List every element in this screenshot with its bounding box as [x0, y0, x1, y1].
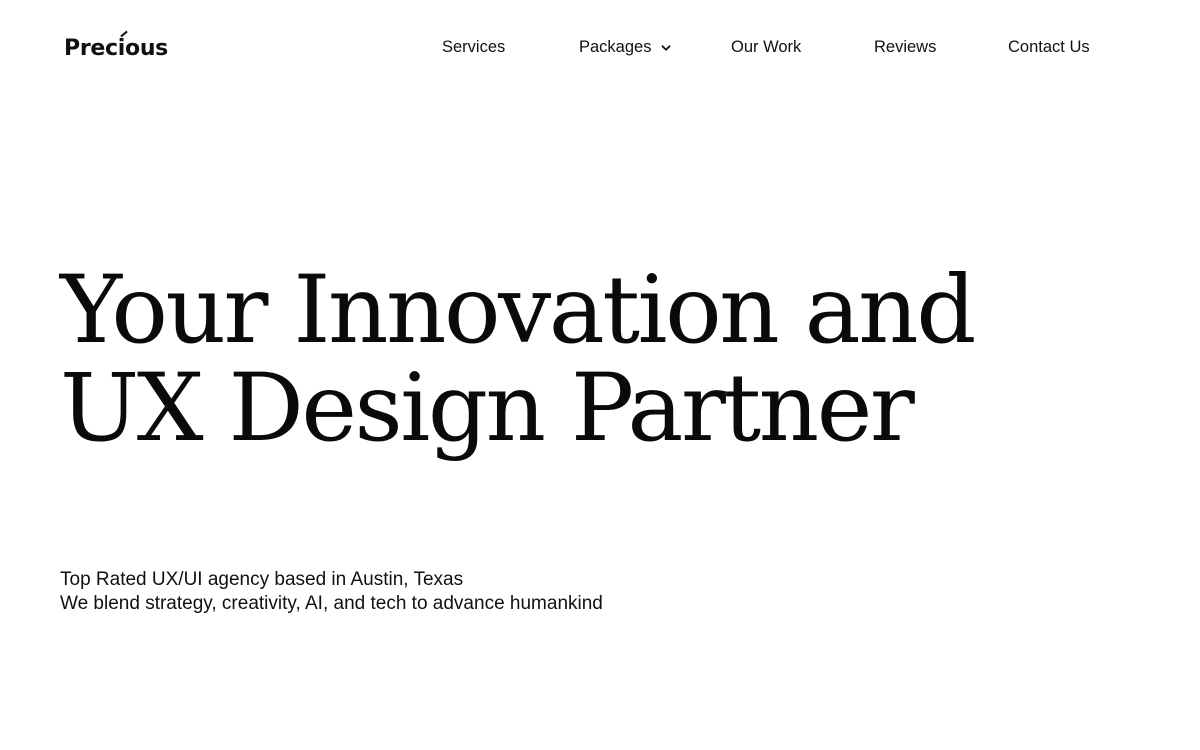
hero-subtitle-line-2: We blend strategy, creativity, AI, and t…	[60, 593, 603, 614]
logo-i: i	[118, 30, 128, 61]
hero-subtitle: Top Rated UX/UI agency based in Austin, …	[60, 568, 603, 616]
logo-text-start: Prec	[64, 36, 118, 61]
hero-subtitle-line-1: Top Rated UX/UI agency based in Austin, …	[60, 569, 464, 590]
nav-packages[interactable]: Packages	[579, 38, 672, 57]
nav-contact-us[interactable]: Contact Us	[1008, 38, 1090, 57]
logo-text-end: ous	[125, 36, 168, 61]
nav-services[interactable]: Services	[442, 38, 505, 57]
nav-packages-label: Packages	[579, 38, 652, 56]
logo[interactable]: Prec i ous	[64, 30, 168, 61]
chevron-down-icon	[662, 44, 671, 51]
hero-title-line-2: UX Design Partner	[60, 354, 915, 463]
site-header: Prec i ous Services Packages Our Work Revi…	[0, 0, 1200, 100]
hero-title-line-1: Your Innovation and	[60, 256, 976, 365]
nav-our-work[interactable]: Our Work	[731, 38, 801, 57]
nav-reviews[interactable]: Reviews	[874, 38, 936, 57]
hero-title: Your Innovation and UX Design Partner	[60, 256, 976, 463]
